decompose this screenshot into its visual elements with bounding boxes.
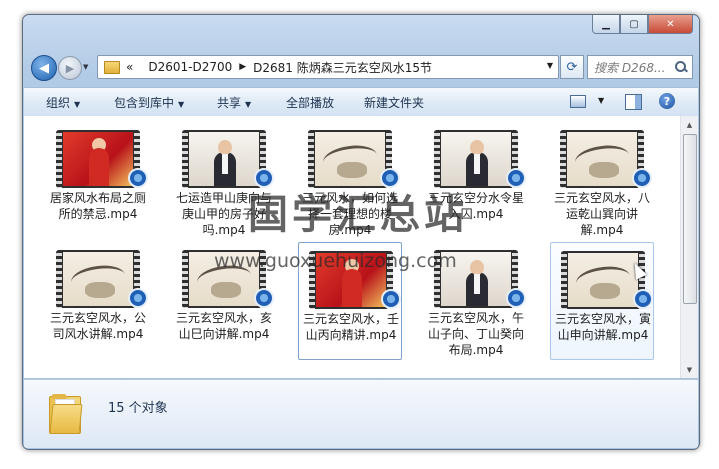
arrow-right-icon: ▶ <box>65 61 75 75</box>
include-in-library-button[interactable]: 包含到库中 ▼ <box>114 94 184 111</box>
share-label: 共享 <box>217 96 242 110</box>
organize-button[interactable]: 组织 ▼ <box>46 94 80 111</box>
recent-pages-dropdown[interactable]: ▼ <box>83 63 88 71</box>
media-player-icon <box>381 289 401 309</box>
address-bar[interactable]: « D2601-D2700 ▶ D2681 陈炳森三元玄空风水15节 ▼ <box>97 55 559 79</box>
scroll-down-icon[interactable]: ▼ <box>681 361 698 378</box>
breadcrumb-current[interactable]: D2681 陈炳森三元玄空风水15节 <box>253 59 432 76</box>
include-in-library-label: 包含到库中 <box>114 96 175 110</box>
media-player-icon <box>633 289 653 309</box>
folder-icon <box>104 60 120 74</box>
refresh-button[interactable]: ⟳ <box>560 55 584 79</box>
breadcrumb-parent[interactable]: D2601-D2700 <box>148 60 232 74</box>
change-view-icon[interactable] <box>570 95 586 108</box>
details-pane: 15 个对象 <box>24 379 698 448</box>
help-icon[interactable]: ? <box>659 93 675 109</box>
scroll-up-icon[interactable]: ▲ <box>681 116 698 133</box>
search-input[interactable]: 搜索 D268... <box>588 59 674 76</box>
chevron-down-icon: ▼ <box>83 63 89 71</box>
media-player-icon <box>128 168 148 188</box>
forward-button[interactable]: ▶ <box>58 56 82 80</box>
refresh-icon: ⟳ <box>566 59 578 75</box>
watermark-text: 国学汇总站 <box>248 192 468 238</box>
file-list: 居家风水布局之厕所的禁忌.mp4 七运造甲山庚向与庚山甲的房子好吗.mp4 三元风水… <box>24 116 698 378</box>
new-folder-button[interactable]: 新建文件夹 <box>364 94 424 111</box>
navigation-bar: ◀ ▶ ▼ « D2601-D2700 ▶ D2681 陈炳森三元玄空风水15节… <box>29 53 693 81</box>
back-button[interactable]: ◀ <box>31 55 57 81</box>
address-dropdown-icon[interactable]: ▼ <box>547 61 553 70</box>
search-box[interactable]: 搜索 D268... <box>587 55 693 79</box>
file-item[interactable]: 三元玄空风水，八运乾山巽向讲解.mp4 <box>550 122 654 240</box>
file-name: 三元玄空风水，寅山申向讲解.mp4 <box>554 312 651 342</box>
address-overflow[interactable]: « <box>126 60 133 74</box>
scrollbar-thumb[interactable] <box>683 134 697 304</box>
chevron-right-icon[interactable]: ▶ <box>239 62 246 72</box>
media-player-icon <box>254 288 274 308</box>
watermark-url: www.guoxuehuizong.com <box>214 250 457 272</box>
view-options-dropdown[interactable]: ▼ <box>598 96 604 105</box>
preview-pane-icon[interactable] <box>625 94 642 110</box>
media-player-icon <box>632 168 652 188</box>
minimize-button[interactable]: ▁ <box>592 15 620 34</box>
chevron-down-icon: ▼ <box>245 100 252 109</box>
file-name: 三元玄空风水，亥山巳向讲解.mp4 <box>175 311 272 341</box>
arrow-left-icon: ◀ <box>39 60 49 76</box>
media-player-icon <box>128 288 148 308</box>
file-item[interactable]: 居家风水布局之厕所的禁忌.mp4 <box>46 122 150 240</box>
window-controls: ▁ ▢ ✕ <box>592 15 693 34</box>
maximize-button[interactable]: ▢ <box>620 15 648 34</box>
chevron-down-icon: ▼ <box>74 100 81 109</box>
file-name: 居家风水布局之厕所的禁忌.mp4 <box>49 191 146 221</box>
media-player-icon <box>506 168 526 188</box>
file-item[interactable]: 三元玄空风水，公司风水讲解.mp4 <box>46 242 150 360</box>
search-icon <box>674 60 688 74</box>
close-button[interactable]: ✕ <box>648 15 693 34</box>
file-name: 三元玄空风水，壬山丙向精讲.mp4 <box>302 312 399 342</box>
item-count: 15 个对象 <box>108 401 168 416</box>
file-name: 三元玄空风水，午山子向、丁山癸向布局.mp4 <box>427 311 524 357</box>
share-button[interactable]: 共享 ▼ <box>217 94 251 111</box>
command-bar: 组织 ▼ 包含到库中 ▼ 共享 ▼ 全部播放 新建文件夹 ▼ ? <box>24 87 698 117</box>
file-name: 三元玄空风水，公司风水讲解.mp4 <box>49 311 146 341</box>
file-name: 三元玄空风水，八运乾山巽向讲解.mp4 <box>553 191 650 237</box>
chevron-down-icon: ▼ <box>178 100 185 109</box>
organize-label: 组织 <box>46 96 71 110</box>
play-all-button[interactable]: 全部播放 <box>286 94 334 111</box>
vertical-scrollbar[interactable]: ▲ ▼ <box>680 116 698 378</box>
folder-icon <box>49 394 83 434</box>
media-player-icon <box>506 288 526 308</box>
